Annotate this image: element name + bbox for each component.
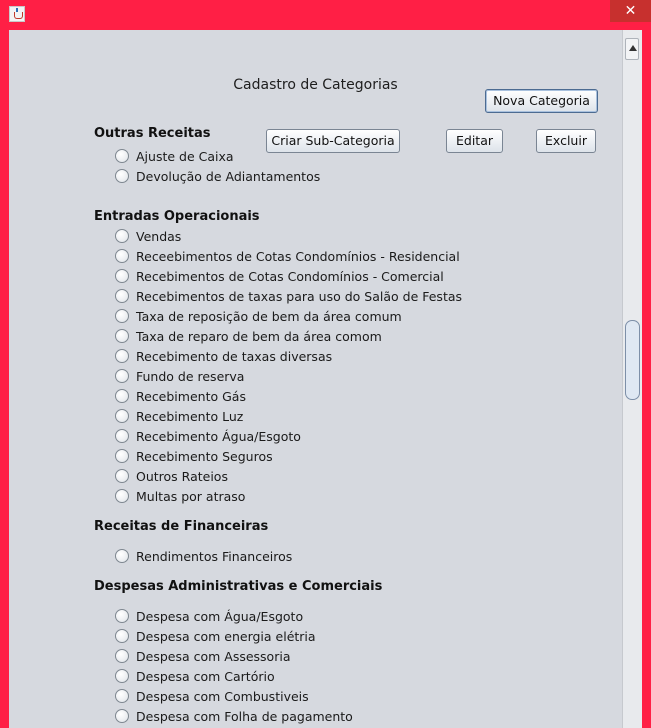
section-despesas-administrativas: Despesas Administrativas e Comerciais [94, 579, 383, 594]
category-radio-item[interactable]: Despesa com Cartório [115, 667, 595, 687]
radio-button[interactable] [115, 309, 129, 323]
radio-button[interactable] [115, 709, 129, 723]
radio-button[interactable] [115, 249, 129, 263]
arrow-up-icon [629, 45, 637, 51]
scroll-up-button[interactable] [625, 38, 639, 60]
category-radio-item[interactable]: Taxa de reposição de bem da área comum [115, 307, 595, 327]
radio-button[interactable] [115, 149, 129, 163]
category-label: Devolução de Adiantamentos [136, 169, 321, 184]
radio-button[interactable] [115, 489, 129, 503]
section-entradas-operacionais: Entradas Operacionais [94, 209, 260, 224]
category-label: Ajuste de Caixa [136, 149, 234, 164]
title-bar: ✕ [0, 0, 651, 30]
category-label: Despesa com Água/Esgoto [136, 609, 304, 624]
category-radio-item[interactable]: Recebimento Água/Esgoto [115, 427, 595, 447]
radio-button[interactable] [115, 229, 129, 243]
category-label: Despesa com Assessoria [136, 649, 291, 664]
radio-button[interactable] [115, 649, 129, 663]
category-label: Despesa com energia elétria [136, 629, 316, 644]
nova-categoria-button[interactable]: Nova Categoria [485, 89, 598, 113]
category-radio-item[interactable]: Despesa com Água/Esgoto [115, 607, 595, 627]
category-radio-item[interactable]: Outros Rateios [115, 467, 595, 487]
category-label: Recebimento de taxas diversas [136, 349, 333, 364]
radio-button[interactable] [115, 389, 129, 403]
radio-button[interactable] [115, 429, 129, 443]
category-radio-item[interactable]: Despesa com Assessoria [115, 647, 595, 667]
category-label: Receebimentos de Cotas Condomínios - Res… [136, 249, 460, 264]
category-radio-item[interactable]: Devolução de Adiantamentos [115, 167, 595, 187]
radio-button[interactable] [115, 449, 129, 463]
close-button[interactable]: ✕ [610, 0, 651, 22]
category-radio-item[interactable]: Recebimento de taxas diversas [115, 347, 595, 367]
radio-button[interactable] [115, 549, 129, 563]
category-radio-item[interactable]: Ajuste de Caixa [115, 147, 595, 167]
categories-panel: Cadastro de Categorias Nova Categoria Cr… [9, 30, 622, 728]
category-radio-item[interactable]: Multas por atraso [115, 487, 595, 507]
java-cup-icon [9, 6, 25, 22]
radio-button[interactable] [115, 369, 129, 383]
window-border [642, 30, 651, 728]
radio-button[interactable] [115, 409, 129, 423]
category-label: Despesa com Cartório [136, 669, 275, 684]
category-label: Multas por atraso [136, 489, 246, 504]
category-radio-item[interactable]: Despesa com Folha de pagamento [115, 707, 595, 727]
category-radio-item[interactable]: Fundo de reserva [115, 367, 595, 387]
category-label: Fundo de reserva [136, 369, 245, 384]
radio-button[interactable] [115, 609, 129, 623]
category-label: Despesa com Folha de pagamento [136, 709, 353, 724]
category-label: Recebimento Água/Esgoto [136, 429, 301, 444]
category-radio-item[interactable]: Rendimentos Financeiros [115, 547, 595, 567]
radio-button[interactable] [115, 629, 129, 643]
category-label: Recebimentos de Cotas Condomínios - Come… [136, 269, 444, 284]
category-label: Recebimento Luz [136, 409, 244, 424]
radio-button[interactable] [115, 669, 129, 683]
category-radio-item[interactable]: Recebimento Seguros [115, 447, 595, 467]
section-outras-receitas: Outras Receitas [94, 126, 211, 141]
radio-button[interactable] [115, 689, 129, 703]
vertical-scrollbar[interactable] [622, 30, 642, 728]
category-radio-item[interactable]: Despesa com Combustiveis [115, 687, 595, 707]
scroll-thumb[interactable] [625, 320, 640, 400]
radio-button[interactable] [115, 469, 129, 483]
category-label: Vendas [136, 229, 182, 244]
radio-button[interactable] [115, 269, 129, 283]
category-label: Recebimentos de taxas para uso do Salão … [136, 289, 463, 304]
category-label: Despesa com Combustiveis [136, 689, 309, 704]
category-radio-item[interactable]: Recebimento Luz [115, 407, 595, 427]
category-radio-item[interactable]: Taxa de reparo de bem da área comom [115, 327, 595, 347]
category-radio-item[interactable]: Despesa com energia elétria [115, 627, 595, 647]
category-label: Taxa de reposição de bem da área comum [136, 309, 402, 324]
category-label: Recebimento Seguros [136, 449, 273, 464]
radio-button[interactable] [115, 169, 129, 183]
radio-button[interactable] [115, 329, 129, 343]
section-receitas-financeiras: Receitas de Financeiras [94, 519, 269, 534]
radio-button[interactable] [115, 289, 129, 303]
category-label: Rendimentos Financeiros [136, 549, 293, 564]
radio-button[interactable] [115, 349, 129, 363]
category-radio-item[interactable]: Recebimentos de taxas para uso do Salão … [115, 287, 595, 307]
category-radio-item[interactable]: Recebimentos de Cotas Condomínios - Come… [115, 267, 595, 287]
category-label: Recebimento Gás [136, 389, 246, 404]
category-label: Outros Rateios [136, 469, 228, 484]
category-radio-item[interactable]: Vendas [115, 227, 595, 247]
category-radio-item[interactable]: Recebimento Gás [115, 387, 595, 407]
category-radio-item[interactable]: Receebimentos de Cotas Condomínios - Res… [115, 247, 595, 267]
category-label: Taxa de reparo de bem da área comom [136, 329, 382, 344]
